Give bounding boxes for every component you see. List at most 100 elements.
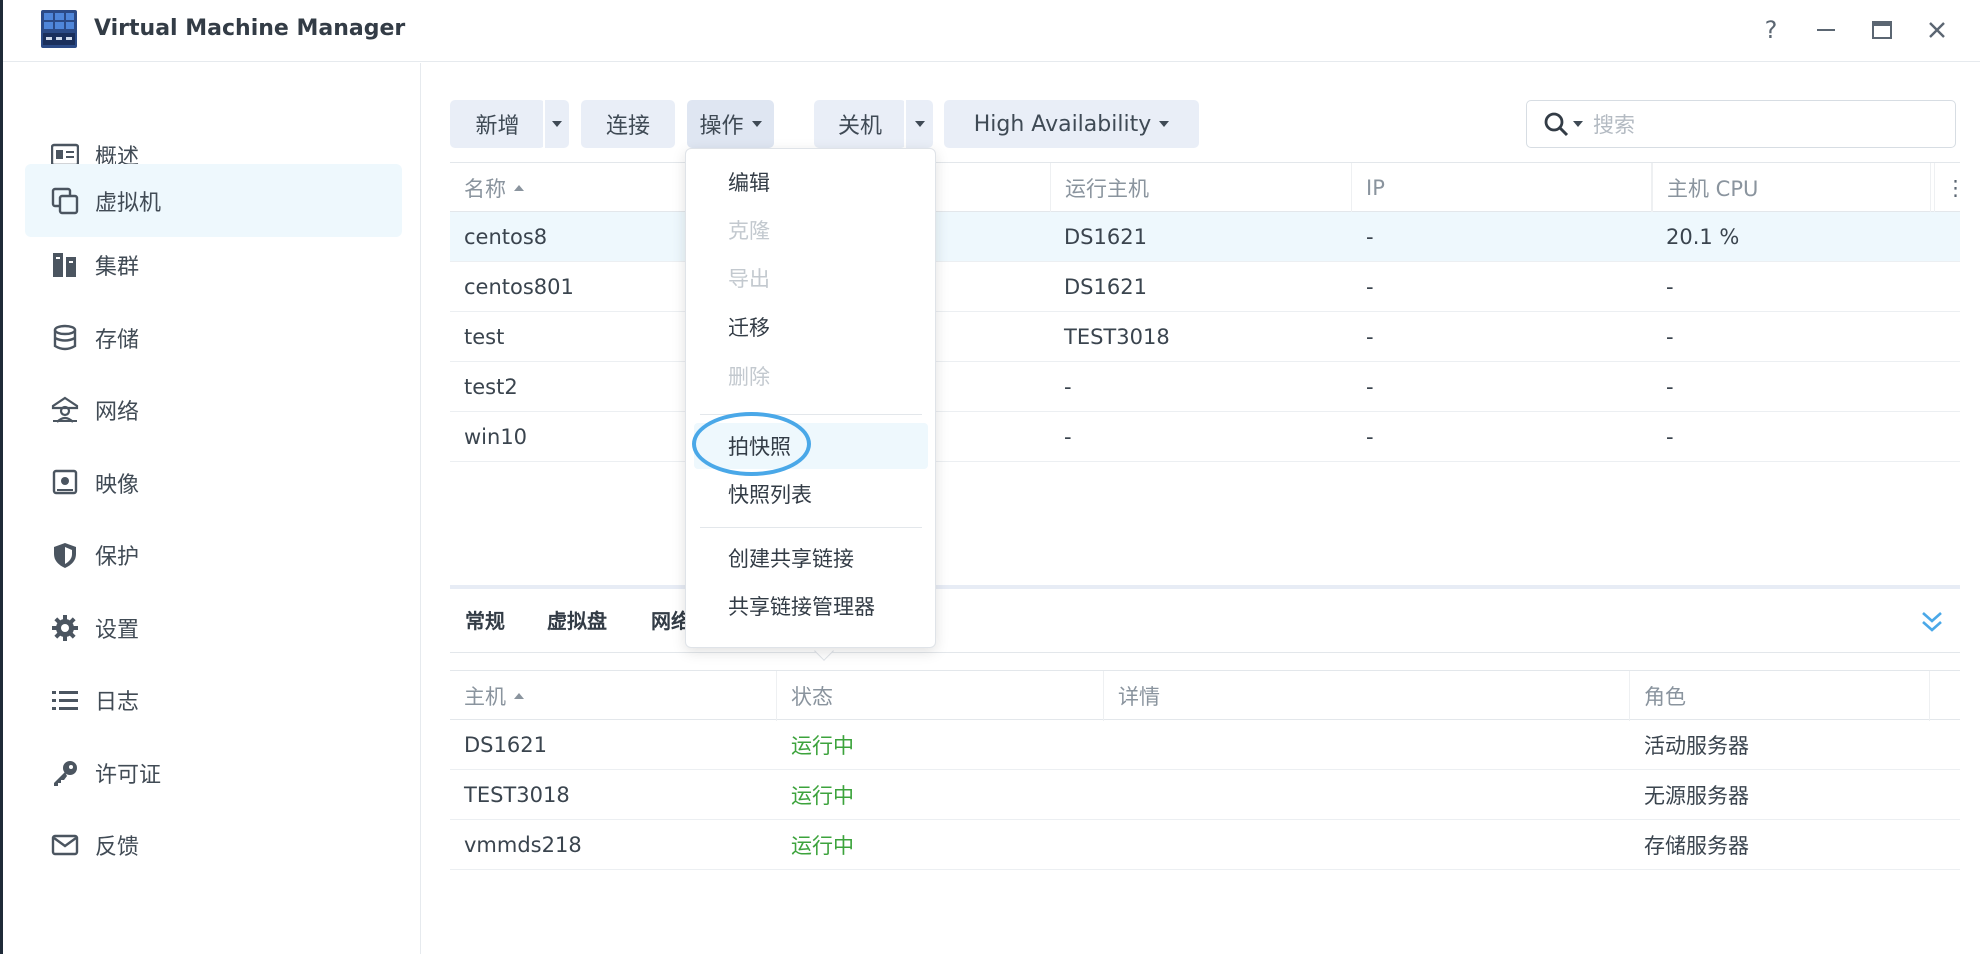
collapse-panel-icon[interactable] <box>1918 608 1946 636</box>
network-icon <box>49 394 81 426</box>
app-title: Virtual Machine Manager <box>94 16 406 41</box>
sidebar-item-network[interactable]: 网络 <box>25 373 402 446</box>
app-logo-icon <box>41 10 77 48</box>
column-label: 名称 <box>464 177 506 201</box>
virtual-machine-icon <box>49 185 81 217</box>
tab-general[interactable]: 常规 <box>465 605 505 634</box>
table-row[interactable]: DS1621 运行中 活动服务器 <box>450 720 1960 770</box>
column-header-ip[interactable]: IP <box>1352 163 1652 213</box>
column-header-host[interactable]: 运行主机 <box>1050 163 1352 213</box>
shield-icon <box>49 539 81 571</box>
minimize-button[interactable] <box>1806 12 1846 48</box>
sidebar-item-label: 虚拟机 <box>95 190 162 216</box>
sidebar-item-label: 映像 <box>95 472 140 498</box>
action-button-label: 操作 <box>699 114 744 139</box>
sidebar-item-feedback[interactable]: 反馈 <box>25 808 402 881</box>
new-dropdown-button[interactable] <box>545 100 569 148</box>
help-button[interactable]: ? <box>1751 12 1791 48</box>
sidebar-item-image[interactable]: 映像 <box>25 446 402 519</box>
sidebar-item-virtual-machine[interactable]: 虚拟机 <box>25 164 402 237</box>
search-field[interactable]: 搜索 <box>1526 100 1956 148</box>
detail-tab-underline <box>450 652 1960 653</box>
vm-name: test <box>464 325 505 349</box>
sidebar-item-log[interactable]: 日志 <box>25 663 402 736</box>
sidebar-item-label: 设置 <box>95 617 140 643</box>
host-name: DS1621 <box>464 733 547 757</box>
action-button[interactable]: 操作 <box>687 100 774 148</box>
image-icon <box>49 467 81 499</box>
vm-ip: - <box>1366 275 1374 299</box>
host-role: 存储服务器 <box>1644 834 1749 858</box>
host-detail <box>1104 770 1118 820</box>
sidebar-item-label: 许可证 <box>95 762 162 788</box>
table-row[interactable]: centos8 DS1621 - 20.1 % <box>450 212 1960 262</box>
sidebar-item-label: 网络 <box>95 399 140 425</box>
search-filter-chevron-icon[interactable] <box>1573 121 1583 127</box>
tab-virtual-disk[interactable]: 虚拟盘 <box>547 605 607 634</box>
sidebar-item-storage[interactable]: 存储 <box>25 301 402 374</box>
vm-ip: - <box>1366 225 1374 249</box>
menu-item-snapshot-list[interactable]: 快照列表 <box>694 471 928 517</box>
column-header-cpu[interactable]: 主机 CPU <box>1652 163 1935 213</box>
gear-icon <box>49 612 81 644</box>
sidebar-item-label: 保护 <box>95 544 140 570</box>
host-name: TEST3018 <box>464 783 570 807</box>
host-status: 运行中 <box>791 784 854 808</box>
shutdown-button[interactable]: 关机 <box>814 100 906 148</box>
minimize-icon <box>1817 29 1835 31</box>
maximize-button[interactable] <box>1862 12 1902 48</box>
column-header-status[interactable]: 状态 <box>777 671 1104 721</box>
sidebar-item-settings[interactable]: 设置 <box>25 591 402 664</box>
column-header-host[interactable]: 主机 <box>450 671 777 721</box>
vm-name: win10 <box>464 425 528 449</box>
menu-item-migrate[interactable]: 迁移 <box>694 304 928 350</box>
menu-item-clone[interactable]: 克隆 <box>694 207 928 253</box>
sidebar-item-label: 日志 <box>95 689 140 715</box>
sidebar-item-license[interactable]: 许可证 <box>25 736 402 809</box>
vm-name: test2 <box>464 375 518 399</box>
table-row[interactable]: vmmds218 运行中 存储服务器 <box>450 820 1960 870</box>
vm-ip: - <box>1366 325 1374 349</box>
vm-name: centos8 <box>464 225 548 249</box>
sidebar-item-protection[interactable]: 保护 <box>25 518 402 591</box>
action-menu: 编辑 克隆 导出 迁移 删除 拍快照 快照列表 创建共享链接 共享链接管理器 <box>685 148 936 648</box>
close-icon <box>1929 22 1945 38</box>
chevron-down-icon <box>914 121 925 127</box>
detail-panel-divider <box>450 585 1960 589</box>
vm-cpu: - <box>1666 425 1674 449</box>
column-header-role[interactable]: 角色 <box>1630 671 1930 721</box>
vm-host: - <box>1064 425 1072 449</box>
menu-separator <box>700 527 922 528</box>
table-row[interactable]: test TEST3018 - - <box>450 312 1960 362</box>
menu-item-delete[interactable]: 删除 <box>694 353 928 399</box>
search-icon <box>1544 112 1569 137</box>
vm-ip: - <box>1366 375 1374 399</box>
menu-item-share-link-manager[interactable]: 共享链接管理器 <box>694 583 928 629</box>
vm-cpu: - <box>1666 325 1674 349</box>
menu-item-create-share-link[interactable]: 创建共享链接 <box>694 535 928 581</box>
vm-cpu: - <box>1666 275 1674 299</box>
close-button[interactable] <box>1917 12 1957 48</box>
menu-item-export[interactable]: 导出 <box>694 255 928 301</box>
column-header-detail[interactable]: 详情 <box>1104 671 1630 721</box>
vm-cpu: 20.1 % <box>1666 225 1740 249</box>
table-row[interactable]: centos801 DS1621 - - <box>450 262 1960 312</box>
new-button[interactable]: 新增 <box>450 100 545 148</box>
shutdown-dropdown-button[interactable] <box>906 100 933 148</box>
high-availability-label: High Availability <box>973 111 1152 137</box>
search-input[interactable]: 搜索 <box>1593 109 1635 139</box>
sidebar-item-cluster[interactable]: 集群 <box>25 228 402 301</box>
host-detail <box>1104 720 1118 770</box>
table-row[interactable]: win10 - - - <box>450 412 1960 462</box>
vm-host: DS1621 <box>1064 225 1147 249</box>
table-row[interactable]: test2 - - - <box>450 362 1960 412</box>
table-row[interactable]: TEST3018 运行中 无源服务器 <box>450 770 1960 820</box>
menu-separator <box>700 414 922 415</box>
high-availability-button[interactable]: High Availability <box>944 100 1199 148</box>
menu-item-edit[interactable]: 编辑 <box>694 159 928 205</box>
column-options-icon[interactable]: ⋮ <box>1930 163 1966 213</box>
host-table-header: 主机 状态 详情 角色 <box>450 670 1960 721</box>
connect-button[interactable]: 连接 <box>581 100 675 148</box>
host-status: 运行中 <box>791 834 854 858</box>
menu-item-take-snapshot[interactable]: 拍快照 <box>694 423 928 469</box>
